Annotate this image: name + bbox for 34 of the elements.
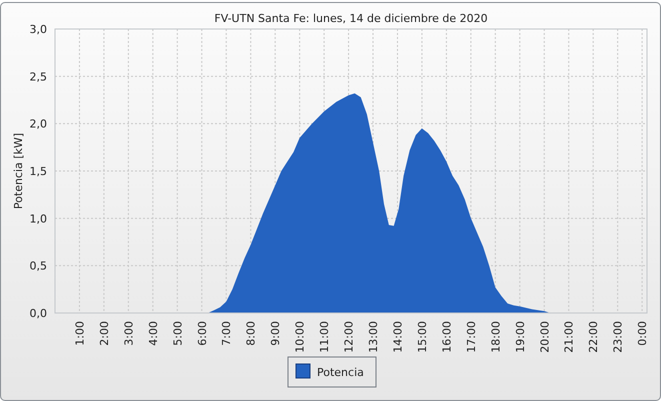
y-tick-label: 0,5 [30, 260, 47, 273]
x-tick-label: 20:00 [538, 321, 552, 353]
x-tick-label: 19:00 [514, 321, 527, 353]
y-tick-label: 1,5 [30, 165, 47, 178]
legend-label: Potencia [317, 366, 364, 379]
x-tick-label: 4:00 [146, 321, 160, 346]
x-tick-label: 1:00 [73, 321, 86, 346]
x-tick-label: 13:00 [367, 321, 380, 353]
x-tick-label: 18:00 [489, 321, 502, 353]
y-tick-label: 1,0 [30, 212, 47, 226]
x-tick-label: 0:00 [636, 321, 650, 346]
x-tick-label: 22:00 [587, 321, 600, 353]
x-tick-label: 21:00 [562, 321, 576, 353]
x-tick-label: 12:00 [342, 321, 356, 353]
x-tick-label: 8:00 [244, 321, 258, 346]
x-tick-label: 16:00 [440, 321, 454, 353]
x-tick-label: 2:00 [98, 321, 111, 346]
y-tick-label: 2,0 [30, 118, 47, 131]
x-tick-label: 23:00 [612, 321, 625, 353]
x-tick-label: 3:00 [122, 321, 136, 346]
chart-title: FV-UTN Santa Fe: lunes, 14 de diciembre de 2020 [214, 12, 488, 25]
y-tick-label: 3,0 [30, 23, 47, 36]
x-tick-label: 7:00 [220, 321, 234, 346]
x-tick-label: 14:00 [391, 321, 404, 353]
x-tick-label: 17:00 [464, 321, 478, 353]
x-tick-label: 11:00 [318, 321, 332, 353]
x-tick-label: 15:00 [416, 321, 429, 353]
x-tick-label: 6:00 [196, 321, 209, 346]
y-tick-label: 0,0 [30, 307, 47, 320]
x-tick-label: 10:00 [294, 321, 307, 353]
y-tick-label: 2,5 [30, 70, 47, 84]
y-axis-label: Potencia [kW] [12, 132, 25, 210]
x-tick-label: 5:00 [171, 321, 184, 346]
x-tick-label: 9:00 [269, 321, 282, 346]
